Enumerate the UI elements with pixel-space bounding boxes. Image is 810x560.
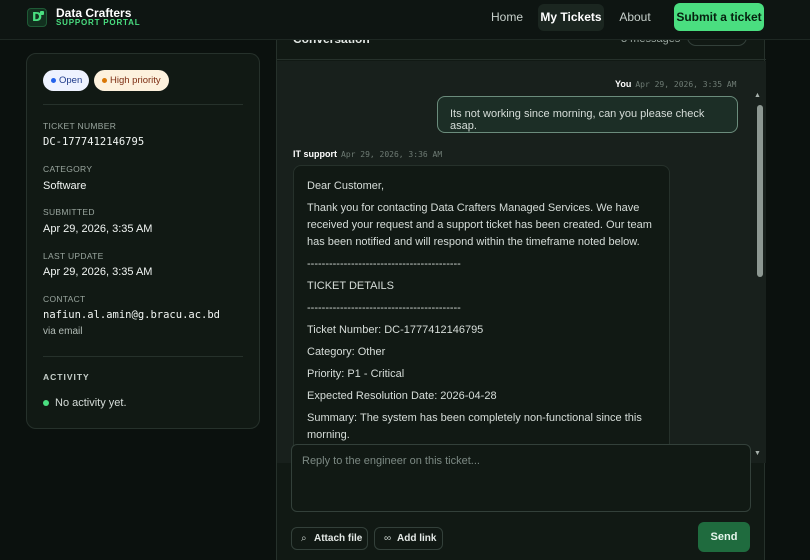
- contact-via: via email: [43, 326, 83, 337]
- conversation-panel: Conversation 3 messages ↻ Refresh YouApr…: [276, 28, 766, 560]
- ticket-details-card: Open High priority TICKET NUMBER DC-1777…: [26, 53, 260, 429]
- message-bubble-customer: Its not working since morning, can you p…: [437, 96, 738, 133]
- ticket-number-value: DC-1777412146795: [43, 136, 145, 148]
- submitted-label: SUBMITTED: [43, 207, 95, 217]
- message-line: Dear Customer,: [307, 180, 385, 192]
- scroll-up-arrow-icon[interactable]: ▲: [754, 92, 761, 99]
- activity-empty-text: No activity yet.: [55, 397, 127, 409]
- last-update-value: Apr 29, 2026, 3:35 AM: [43, 266, 153, 278]
- message-line: ----------------------------------------…: [307, 302, 461, 314]
- message-bubble-support: Dear Customer, Thank you for contacting …: [293, 165, 670, 463]
- top-navbar: D Data Crafters SUPPORT PORTAL Home My T…: [0, 0, 810, 40]
- activity-title: ACTIVITY: [43, 372, 90, 382]
- nav-about[interactable]: About: [612, 4, 658, 31]
- ticket-number-label: TICKET NUMBER: [43, 121, 117, 131]
- scrollbar-thumb[interactable]: [757, 105, 763, 277]
- status-badge: Open: [43, 70, 89, 91]
- message-meta: IT support Apr 29, 2026, 3:36 AM: [293, 149, 442, 159]
- priority-badge: High priority: [94, 70, 169, 91]
- message-line: Thank you for contacting Data Crafters M…: [307, 202, 652, 248]
- message-time: Apr 29, 2026, 3:35 AM: [635, 80, 737, 89]
- send-button[interactable]: Send: [698, 522, 750, 552]
- brand-logo-icon[interactable]: D: [27, 8, 47, 27]
- message-author: You: [615, 79, 632, 89]
- last-update-label: LAST UPDATE: [43, 251, 104, 261]
- message-line: Summary: The system has been completely …: [307, 412, 642, 441]
- message-time: Apr 29, 2026, 3:36 AM: [341, 150, 443, 159]
- divider: [43, 356, 243, 357]
- message-line: Ticket Number: DC-1777412146795: [307, 324, 484, 336]
- link-label: Add link: [397, 533, 437, 544]
- submit-ticket-button[interactable]: Submit a ticket: [674, 3, 764, 31]
- link-icon: ∞: [384, 533, 392, 544]
- attach-label: Attach file: [314, 533, 363, 544]
- nav-home[interactable]: Home: [484, 4, 530, 31]
- paperclip-icon: ⌕: [301, 533, 307, 544]
- message-line: Expected Resolution Date: 2026-04-28: [307, 390, 497, 402]
- message-list[interactable]: You Apr 29, 2026, 3:35 AM Its not working…: [277, 61, 766, 463]
- brand-subtitle: SUPPORT PORTAL: [56, 18, 141, 27]
- submitted-value: Apr 29, 2026, 3:35 AM: [43, 223, 153, 235]
- category-value: Software: [43, 180, 87, 192]
- add-link-button[interactable]: ∞ Add link: [374, 527, 443, 550]
- contact-label: CONTACT: [43, 294, 86, 304]
- category-label: CATEGORY: [43, 164, 93, 174]
- reply-textarea[interactable]: Reply to the engineer on this ticket...: [291, 444, 751, 512]
- message-line: TICKET DETAILS: [307, 280, 395, 292]
- attach-file-button[interactable]: ⌕ Attach file: [291, 527, 368, 550]
- activity-dot-icon: [43, 400, 49, 406]
- message-line: ----------------------------------------…: [307, 258, 461, 270]
- message-author: IT support: [293, 149, 337, 159]
- message-line: Priority: P1 - Critical: [307, 368, 405, 380]
- nav-my-tickets[interactable]: My Tickets: [538, 4, 604, 31]
- contact-email: nafiun.al.amin@g.bracu.ac.bd: [43, 309, 221, 321]
- divider: [43, 104, 243, 105]
- message-line: Category: Other: [307, 346, 386, 358]
- message-meta: You Apr 29, 2026, 3:35 AM: [615, 79, 737, 89]
- scroll-down-arrow-icon[interactable]: ▼: [754, 450, 761, 457]
